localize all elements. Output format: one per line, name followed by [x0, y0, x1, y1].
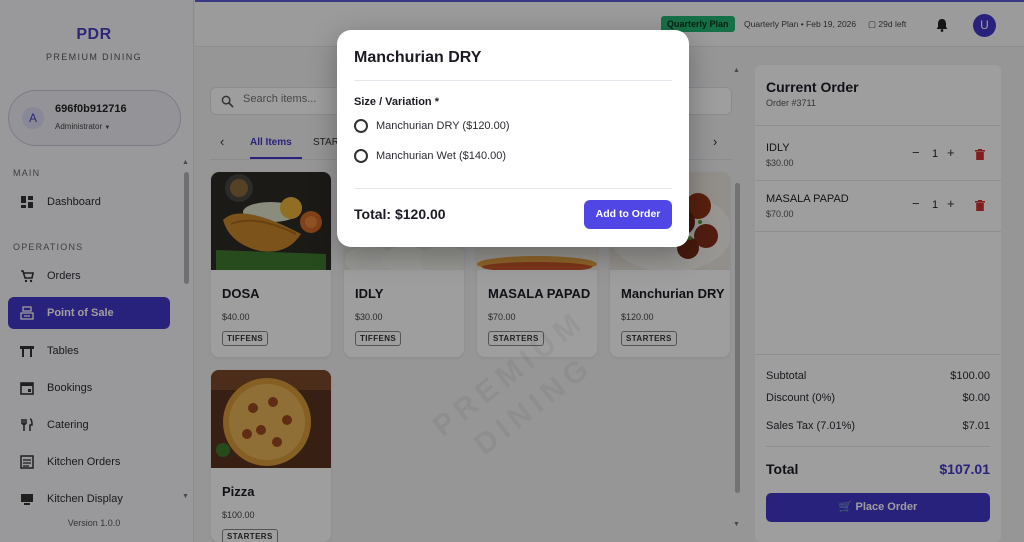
modal-title: Manchurian DRY: [354, 49, 482, 66]
variation-option-label: Manchurian DRY ($120.00): [376, 120, 510, 132]
modal-total: Total: $120.00: [354, 206, 446, 222]
divider: [354, 188, 672, 189]
radio-button[interactable]: [354, 149, 368, 163]
variation-option-dry[interactable]: Manchurian DRY ($120.00): [354, 117, 614, 137]
variation-option-label: Manchurian Wet ($140.00): [376, 150, 507, 162]
variation-option-wet[interactable]: Manchurian Wet ($140.00): [354, 147, 614, 167]
add-to-order-button[interactable]: Add to Order: [584, 200, 672, 229]
divider: [354, 80, 672, 81]
variation-label: Size / Variation *: [354, 96, 439, 108]
variation-modal: Manchurian DRY Size / Variation * Manchu…: [337, 30, 689, 247]
radio-button[interactable]: [354, 119, 368, 133]
